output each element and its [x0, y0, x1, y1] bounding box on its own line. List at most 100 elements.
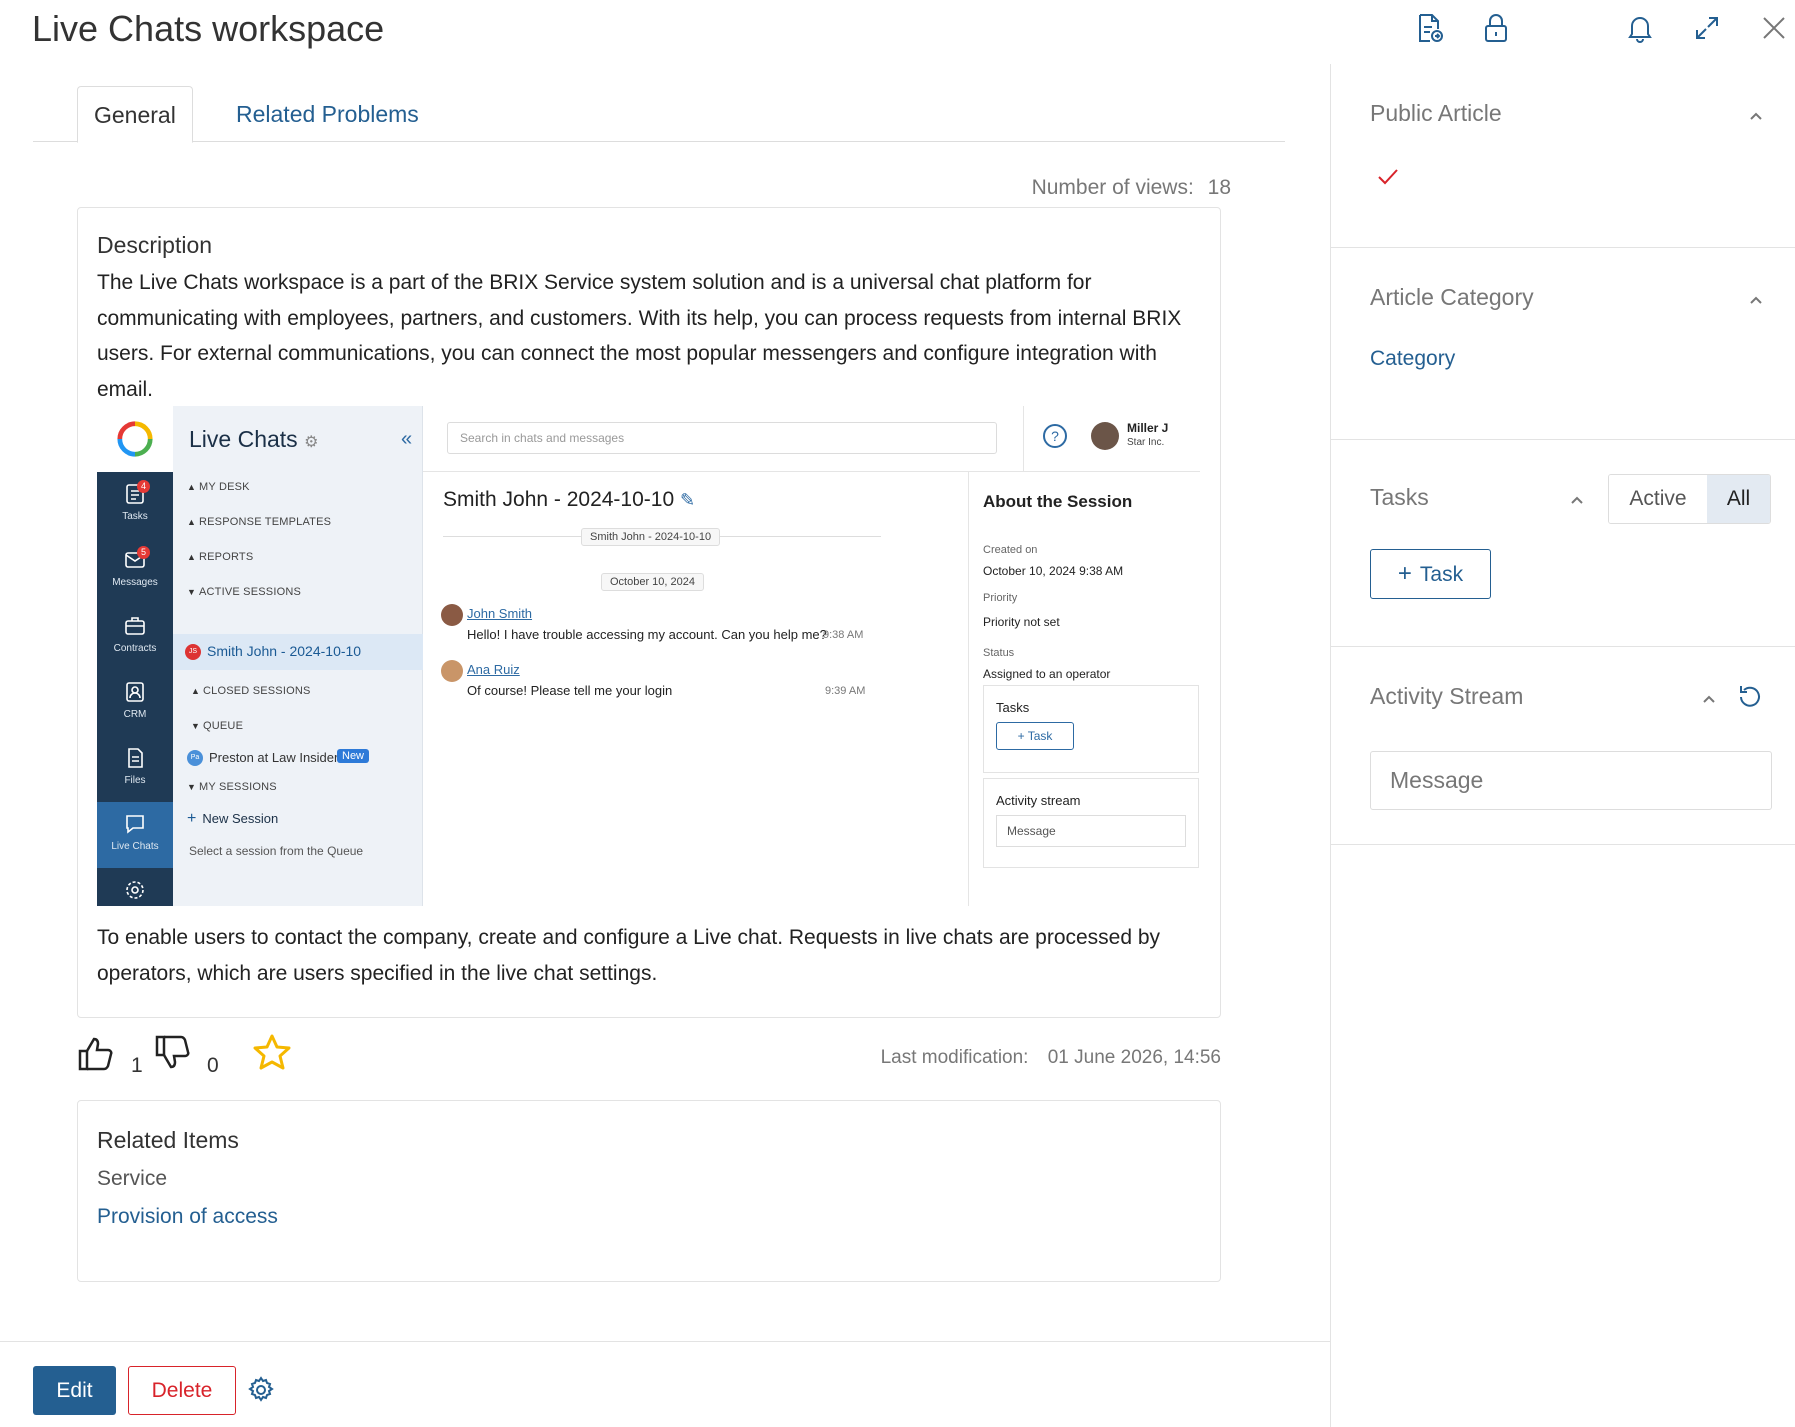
sidebar-queue-label: QUEUE: [203, 720, 244, 732]
sidebar-closed-sessions[interactable]: ▲ CLOSED SESSIONS: [191, 685, 311, 697]
expand-icon[interactable]: [1691, 12, 1723, 44]
message-author[interactable]: John Smith: [467, 606, 532, 621]
nav-messages[interactable]: 5 Messages: [97, 538, 173, 604]
nav-files[interactable]: Files: [97, 736, 173, 802]
views-label: Number of views:: [1031, 176, 1194, 199]
queue-item[interactable]: Pa Preston at Law Insider - New: [187, 746, 417, 770]
last-modification: Last modification: 01 June 2026, 14:56: [881, 1047, 1221, 1069]
tab-bar: General Related Problems: [33, 86, 1285, 143]
sidebar-my-sessions-label: MY SESSIONS: [199, 781, 277, 793]
about-message-input[interactable]: Message: [996, 815, 1186, 847]
sidebar-queue[interactable]: ▼ QUEUE: [191, 720, 243, 732]
chevron-up-icon[interactable]: [1699, 689, 1719, 709]
sidebar-active-sessions[interactable]: ▼ ACTIVE SESSIONS: [187, 586, 301, 598]
add-task-button[interactable]: + Task: [1370, 549, 1491, 599]
embedded-sidebar: Live Chats ⚙ « ▲ MY DESK ▲ RESPONSE TEMPLA…: [173, 406, 423, 906]
nav-crm[interactable]: CRM: [97, 670, 173, 736]
filter-active[interactable]: Active: [1609, 475, 1707, 523]
priority-value: Priority not set: [983, 615, 1060, 629]
messages-badge: 5: [137, 546, 151, 559]
related-item-link[interactable]: Provision of access: [97, 1205, 278, 1229]
embedded-app-title-text: Live Chats: [189, 426, 298, 452]
tasks-section: Tasks: [1331, 440, 1795, 647]
page-title: Live Chats workspace: [32, 8, 385, 49]
bell-icon[interactable]: [1624, 12, 1656, 44]
embedded-chat: Smith John - 2024-10-10 ✎ Smith John - 2…: [423, 472, 968, 906]
chevron-up-icon[interactable]: [1567, 490, 1587, 510]
chat-title-text: Smith John - 2024-10-10: [443, 488, 675, 511]
star-icon[interactable]: [252, 1033, 292, 1073]
description-paragraph-1: The Live Chats workspace is a part of th…: [97, 271, 1182, 401]
checkmark-icon: [1376, 164, 1400, 188]
user-name[interactable]: Miller J: [1127, 421, 1168, 435]
edit-pencil-icon[interactable]: ✎: [680, 490, 695, 510]
article-category-title: Article Category: [1370, 284, 1534, 310]
message-author[interactable]: Ana Ruiz: [467, 662, 520, 677]
sidebar-reports-label: REPORTS: [199, 551, 254, 563]
sidebar-my-desk[interactable]: ▲ MY DESK: [187, 481, 250, 493]
new-session-button[interactable]: + New Session: [187, 810, 278, 828]
views-counter: Number of views: 18: [1032, 176, 1231, 200]
related-items-card: Related Items Service Provision of acces…: [77, 1100, 1221, 1282]
message-time: 9:38 AM: [823, 629, 864, 641]
created-label: Created on: [983, 544, 1038, 556]
category-link[interactable]: Category: [1370, 347, 1455, 371]
nav-tasks[interactable]: 4 Tasks: [97, 472, 173, 538]
refresh-icon[interactable]: [1736, 683, 1764, 711]
chevron-up-icon[interactable]: [1746, 106, 1766, 126]
tab-general[interactable]: General: [77, 86, 193, 143]
thumbs-up-icon[interactable]: [76, 1033, 116, 1073]
new-session-label: New Session: [202, 811, 279, 826]
embedded-search-input[interactable]: Search in chats and messages: [447, 422, 997, 454]
tasks-badge: 4: [137, 480, 151, 493]
tab-related-problems[interactable]: Related Problems: [220, 86, 435, 142]
public-article-section: Public Article: [1331, 64, 1795, 248]
embedded-gear-icon[interactable]: ⚙: [304, 434, 318, 451]
created-value: October 10, 2024 9:38 AM: [983, 564, 1124, 578]
about-activity-label: Activity stream: [996, 793, 1081, 808]
description-card: Description The Live Chats workspace is …: [77, 207, 1221, 1018]
chevron-up-icon[interactable]: [1746, 290, 1766, 310]
help-icon[interactable]: ?: [1043, 424, 1067, 448]
nav-live-chats-label: Live Chats: [111, 841, 159, 852]
date-pill: October 10, 2024: [601, 573, 705, 591]
user-avatar[interactable]: [1091, 422, 1119, 450]
lock-icon[interactable]: [1480, 12, 1512, 44]
filter-all[interactable]: All: [1707, 475, 1770, 523]
dislikes-count: 0: [207, 1054, 219, 1077]
about-task-button[interactable]: + Task: [996, 722, 1074, 750]
nav-live-chats[interactable]: Live Chats: [97, 802, 173, 868]
collapse-icon[interactable]: «: [401, 428, 412, 451]
about-title: About the Session: [983, 492, 1133, 511]
related-group-label: Service: [97, 1167, 168, 1190]
close-icon[interactable]: [1758, 12, 1790, 44]
likes-count: 1: [131, 1054, 143, 1077]
nav-settings[interactable]: [97, 868, 173, 906]
queue-hint: Select a session from the Queue: [189, 844, 364, 858]
sidebar-response-templates-label: RESPONSE TEMPLATES: [199, 516, 332, 528]
message-text: Hello! I have trouble accessing my accou…: [467, 627, 827, 642]
about-session-panel: About the Session Created on October 10,…: [968, 472, 1200, 906]
avatar: Pa: [187, 750, 203, 766]
divider: [0, 1341, 1330, 1342]
embedded-nav: 4 Tasks 5 Messages Contracts CRM Files L…: [97, 472, 173, 906]
thumbs-down-icon[interactable]: [153, 1033, 193, 1073]
about-tasks-box: Tasks + Task: [983, 685, 1199, 773]
activity-message-input[interactable]: [1370, 751, 1772, 810]
app-logo: [97, 406, 173, 472]
sidebar-response-templates[interactable]: ▲ RESPONSE TEMPLATES: [187, 516, 331, 528]
user-company: Star Inc.: [1127, 437, 1165, 448]
embedded-app-title: Live Chats ⚙: [189, 426, 318, 453]
gear-icon[interactable]: [246, 1375, 276, 1405]
delete-button[interactable]: Delete: [128, 1366, 236, 1415]
message-time: 9:39 AM: [825, 685, 866, 697]
sidebar-my-sessions[interactable]: ▼ MY SESSIONS: [187, 781, 277, 793]
about-task-label: Task: [1027, 729, 1053, 743]
nav-messages-label: Messages: [112, 577, 158, 588]
last-modification-value: 01 June 2026, 14:56: [1047, 1047, 1221, 1068]
edit-button[interactable]: Edit: [33, 1366, 116, 1415]
active-session-item[interactable]: JS Smith John - 2024-10-10: [173, 634, 423, 670]
sidebar-reports[interactable]: ▲ REPORTS: [187, 551, 253, 563]
document-export-icon[interactable]: [1413, 12, 1445, 44]
nav-contracts[interactable]: Contracts: [97, 604, 173, 670]
